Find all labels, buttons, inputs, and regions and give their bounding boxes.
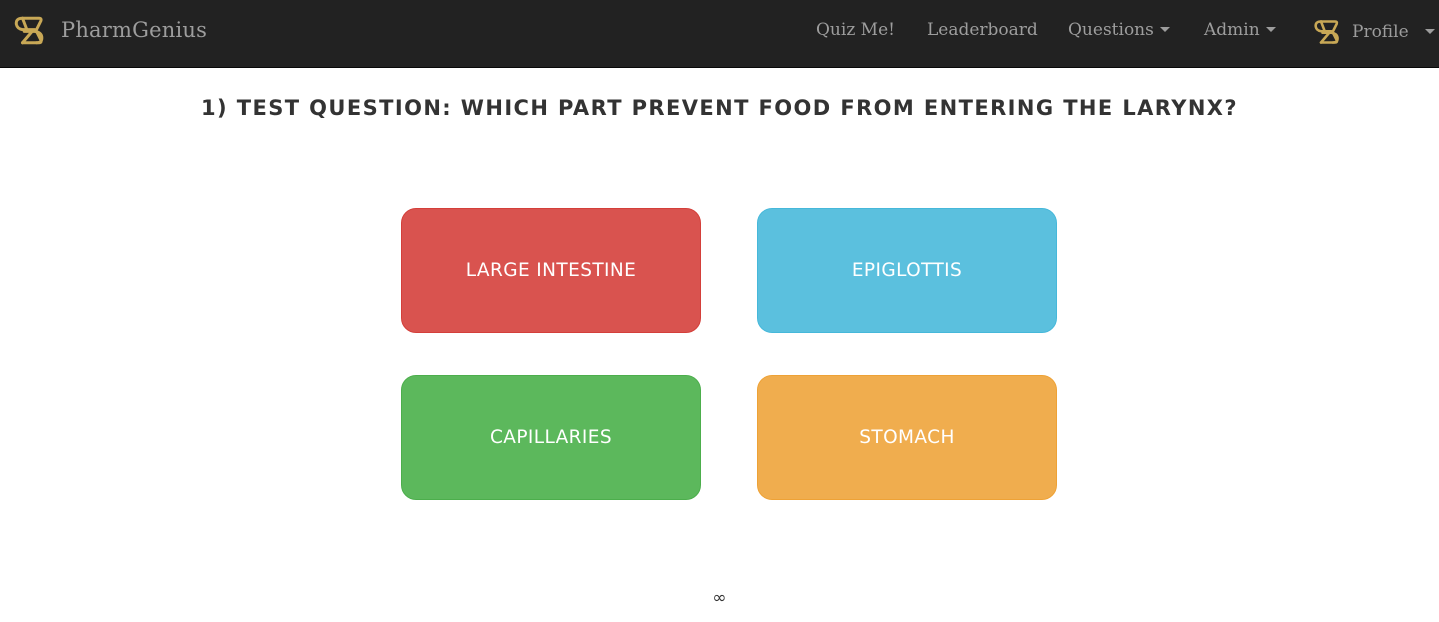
nav-questions-dropdown[interactable]: Questions [1068, 18, 1170, 42]
nav-questions-label: Questions [1068, 20, 1154, 40]
answer-button-1[interactable]: LARGE INTESTINE [401, 208, 701, 333]
answer-button-3[interactable]: CAPILLARIES [401, 375, 701, 500]
timer-display: ∞ [712, 588, 727, 608]
nav-admin-dropdown[interactable]: Admin [1204, 18, 1276, 42]
top-navbar: PharmGenius Quiz Me! Leaderboard Questio… [0, 0, 1439, 68]
nav-leaderboard[interactable]: Leaderboard [927, 18, 1038, 42]
brand-name: PharmGenius [61, 18, 208, 42]
brand-link[interactable]: PharmGenius [12, 12, 207, 48]
nav-quiz-me[interactable]: Quiz Me! [816, 18, 895, 42]
pharmgenius-logo-icon [14, 16, 44, 44]
profile-avatar-icon [1314, 20, 1339, 44]
answer-button-4[interactable]: STOMACH [757, 375, 1057, 500]
nav-profile-label: Profile [1352, 22, 1409, 42]
nav-admin-label: Admin [1204, 20, 1260, 40]
question-text: 1) TEST QUESTION: WHICH PART PREVENT FOO… [201, 96, 1238, 120]
caret-down-icon [1265, 27, 1276, 32]
answer-button-2[interactable]: EPIGLOTTIS [757, 208, 1057, 333]
caret-down-icon [1159, 27, 1170, 32]
nav-profile-dropdown[interactable]: Profile [1312, 16, 1435, 48]
caret-down-icon [1424, 28, 1435, 34]
